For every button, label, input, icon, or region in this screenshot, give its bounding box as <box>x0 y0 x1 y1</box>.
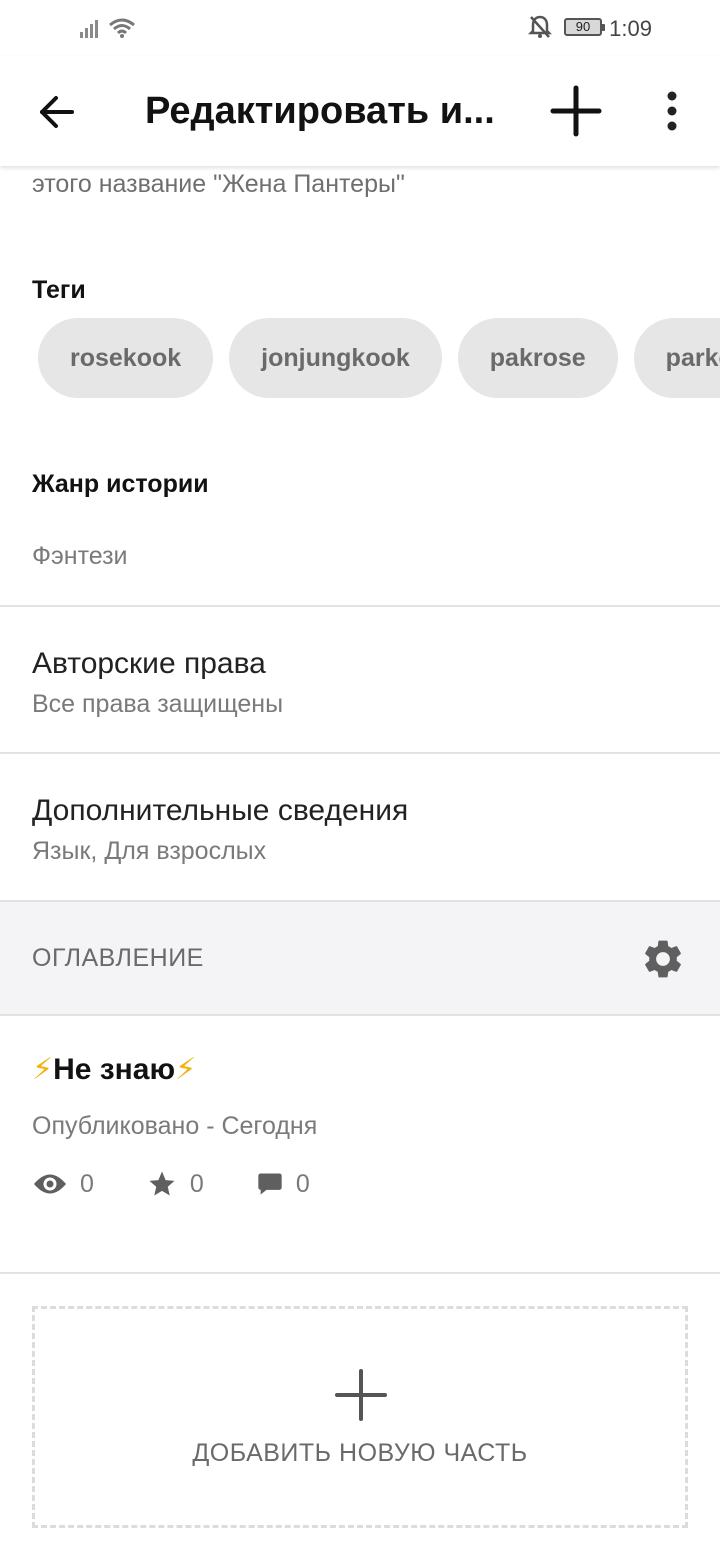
divider <box>0 1272 720 1274</box>
toc-label: ОГЛАВЛЕНИЕ <box>32 944 204 972</box>
genre-heading: Жанр истории <box>32 470 209 498</box>
add-new-part-label: ДОБАВИТЬ НОВУЮ ЧАСТЬ <box>192 1439 528 1467</box>
part-title: Не знаю <box>53 1052 176 1086</box>
clock: 1:09 <box>609 16 652 41</box>
views-stat: 0 <box>32 1170 94 1199</box>
star-icon <box>149 1171 175 1196</box>
add-new-part-button[interactable]: ДОБАВИТЬ НОВУЮ ЧАСТЬ <box>32 1306 688 1528</box>
signal-icon <box>80 20 98 38</box>
copyright-subtitle: Все права защищены <box>32 690 284 718</box>
genre-value[interactable]: Фэнтези <box>32 542 128 571</box>
comments-count: 0 <box>295 1169 310 1198</box>
extra-info-row[interactable]: Дополнительные сведения Язык, Для взросл… <box>0 754 720 900</box>
plus-icon <box>335 1369 387 1421</box>
tags-heading: Теги <box>32 276 86 304</box>
divider <box>0 1014 720 1016</box>
plus-icon <box>550 85 602 137</box>
story-description[interactable]: этого название "Жена Пантеры" <box>32 170 405 199</box>
status-right: 90 <box>528 14 605 40</box>
votes-stat: 0 <box>146 1169 204 1199</box>
tag-chip[interactable]: pakrose <box>457 318 618 398</box>
extra-info-title: Дополнительные сведения <box>32 794 409 827</box>
copyright-row[interactable]: Авторские права Все права защищены <box>0 607 720 753</box>
status-left <box>80 14 136 42</box>
tags-list: rosekook jonjungkook pakrose parkc <box>38 318 720 398</box>
bell-off-icon <box>528 15 552 38</box>
views-count: 0 <box>80 1169 94 1198</box>
toc-settings-button[interactable] <box>640 936 686 982</box>
more-vertical-icon <box>667 91 677 131</box>
status-bar: 90 1:09 <box>0 0 720 56</box>
tag-chip[interactable]: parkc <box>633 318 720 398</box>
votes-count: 0 <box>189 1169 204 1198</box>
eye-icon <box>34 1174 66 1194</box>
comments-stat: 0 <box>256 1170 310 1199</box>
part-status: Опубликовано - Сегодня <box>32 1112 318 1140</box>
toc-header: ОГЛАВЛЕНИЕ <box>0 902 720 1014</box>
lightning-icon: ⚡ <box>32 1053 54 1086</box>
more-options-button[interactable] <box>648 80 696 142</box>
gear-icon <box>645 940 681 978</box>
arrow-left-icon <box>40 96 74 128</box>
extra-info-subtitle: Язык, Для взрослых <box>32 837 267 865</box>
comment-icon <box>258 1173 282 1195</box>
back-button[interactable] <box>26 82 86 142</box>
tag-chip[interactable]: rosekook <box>38 318 214 398</box>
part-title-line: ⚡ Не знаю ⚡ <box>32 1052 196 1087</box>
tag-chip[interactable]: jonjungkook <box>229 318 442 398</box>
app-bar: Редактировать и... <box>0 56 720 166</box>
part-stats: 0 0 0 <box>32 1164 362 1204</box>
battery-indicator: 90 <box>564 18 605 36</box>
page-title: Редактировать и... <box>145 90 495 132</box>
copyright-title: Авторские права <box>32 647 266 680</box>
wifi-icon <box>109 18 135 38</box>
lightning-icon: ⚡ <box>175 1053 197 1086</box>
add-button[interactable] <box>545 80 607 142</box>
